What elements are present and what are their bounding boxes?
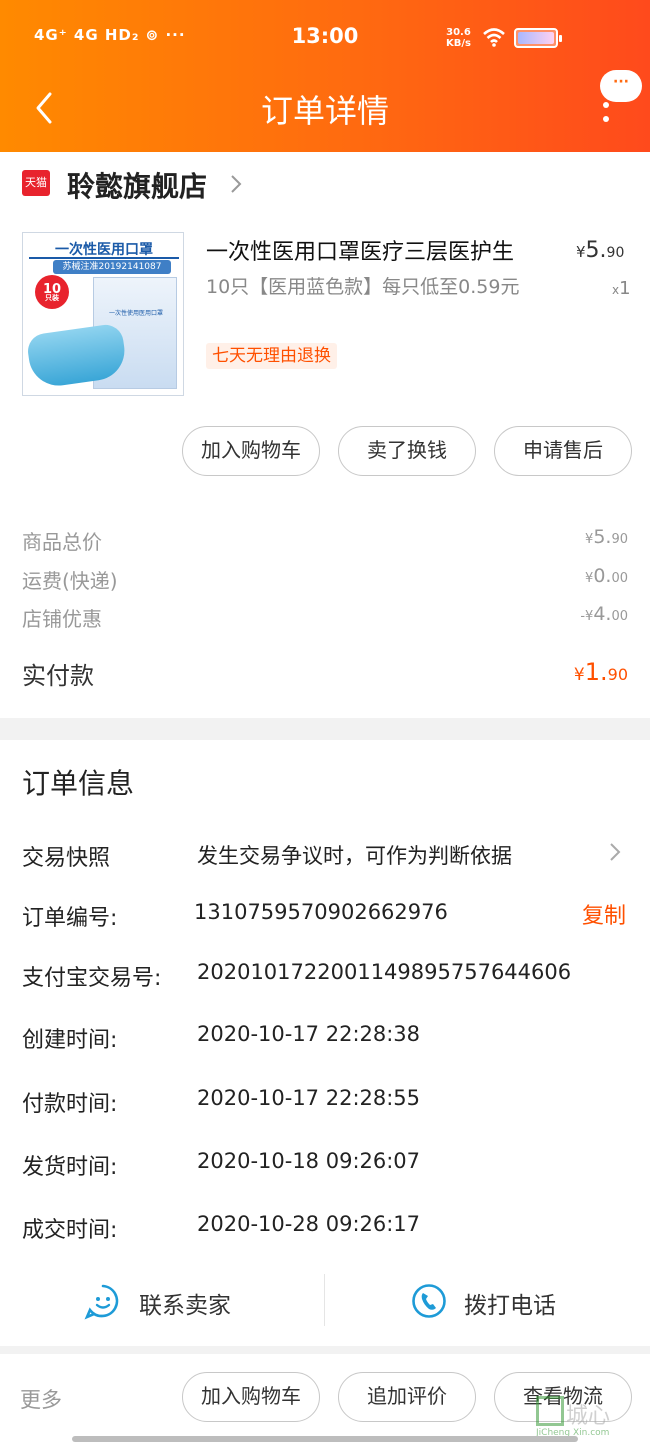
add-review-button[interactable]: 追加评价 (338, 1372, 476, 1422)
product-image[interactable]: 一次性医用口罩 苏械注准20192141087 一次性使用医用口罩 10 只装 (22, 232, 184, 396)
store-row[interactable]: 天猫 聆懿旗舰店 (0, 152, 650, 214)
alipay-number-label: 支付宝交易号: (22, 966, 162, 991)
battery-icon (514, 28, 562, 48)
store-name: 聆懿旗舰店 (67, 170, 208, 203)
completed-time: 2020-10-28 09:26:17 (197, 1212, 421, 1236)
order-number-label: 订单编号: (22, 906, 118, 931)
shipped-time-label: 发货时间: (22, 1155, 118, 1180)
message-bubble-button[interactable]: ··· (600, 70, 642, 102)
product-image-banner: 一次性医用口罩 (29, 239, 179, 259)
order-number: 1310759570902662976 (194, 900, 448, 924)
chevron-right-icon[interactable] (608, 840, 622, 864)
created-time: 2020-10-17 22:28:38 (197, 1022, 421, 1046)
summary-label-shipping: 运费(快递) (22, 569, 118, 593)
call-phone-label: 拨打电话 (464, 1293, 556, 1319)
summary-label-discount: 店铺优惠 (22, 607, 102, 631)
more-label: ··· (613, 74, 629, 90)
home-indicator[interactable] (72, 1436, 578, 1442)
watermark-logo: 城心 JiCheng Xin.com (532, 1396, 650, 1440)
summary-value-shipping: ¥0.00 (585, 565, 628, 587)
more-options-icon[interactable] (603, 102, 611, 128)
resell-button[interactable]: 卖了换钱 (338, 426, 476, 476)
product-image-pack-text: 一次性使用医用口罩 (108, 310, 163, 317)
status-bar: 4G⁺ 4G HD₂ ⊚ ··· 13:00 30.6 KB/s (0, 0, 650, 76)
product-price: ¥5.90 (576, 238, 625, 263)
summary-value-total: ¥5.90 (585, 526, 628, 548)
copy-order-number-button[interactable]: 复制 (582, 898, 626, 930)
paid-time-label: 付款时间: (22, 1092, 118, 1117)
after-sale-button[interactable]: 申请售后 (494, 426, 632, 476)
chevron-right-icon (231, 175, 242, 193)
completed-time-label: 成交时间: (22, 1218, 118, 1243)
contact-seller-button[interactable]: 联系卖家 (84, 1274, 284, 1330)
product-image-count-unit: 只装 (45, 294, 59, 302)
add-to-cart-button[interactable]: 加入购物车 (182, 426, 320, 476)
bottom-add-to-cart-button[interactable]: 加入购物车 (182, 1372, 320, 1422)
shipped-time: 2020-10-18 09:26:07 (197, 1149, 421, 1173)
return-policy-tag: 七天无理由退换 (206, 343, 337, 369)
summary-value-discount: -¥4.00 (580, 603, 628, 625)
paid-amount-value: ¥1.90 (573, 658, 628, 686)
product-quantity: x1 (612, 278, 631, 299)
network-speed-value: 30.6 (446, 27, 471, 38)
product-sku: 10只【医用蓝色款】每只低至0.59元 (206, 276, 520, 298)
network-speed-unit: KB/s (446, 38, 471, 49)
product-image-reg: 苏械注准20192141087 (53, 260, 171, 274)
order-info-title: 订单信息 (22, 767, 135, 800)
snapshot-label[interactable]: 交易快照 (22, 840, 110, 872)
section-divider (0, 718, 650, 740)
chat-smile-icon (84, 1284, 119, 1320)
paid-amount-label: 实付款 (22, 662, 94, 690)
network-speed: 30.6 KB/s (446, 27, 471, 49)
created-time-label: 创建时间: (22, 1028, 118, 1053)
paid-time: 2020-10-17 22:28:55 (197, 1086, 421, 1110)
summary-label-total: 商品总价 (22, 530, 102, 554)
contact-seller-label: 联系卖家 (139, 1293, 231, 1319)
phone-icon (412, 1284, 446, 1318)
alipay-number: 2020101722001149895757644606 (197, 960, 572, 984)
contact-divider (324, 1274, 325, 1326)
wifi-icon (483, 28, 505, 47)
section-divider (0, 1346, 650, 1354)
page-title: 订单详情 (260, 92, 389, 130)
more-button[interactable]: 更多 (20, 1384, 62, 1414)
product-title[interactable]: 一次性医用口罩医疗三层医护生 (206, 234, 514, 266)
header: 4G⁺ 4G HD₂ ⊚ ··· 13:00 30.6 KB/s 订单详情 ··… (0, 0, 650, 152)
product-image-count-badge: 10 只装 (35, 275, 69, 309)
snapshot-value[interactable]: 发生交易争议时，可作为判断依据 (197, 840, 512, 870)
call-phone-button[interactable]: 拨打电话 (410, 1274, 610, 1330)
tmall-logo-icon: 天猫 (22, 170, 50, 196)
